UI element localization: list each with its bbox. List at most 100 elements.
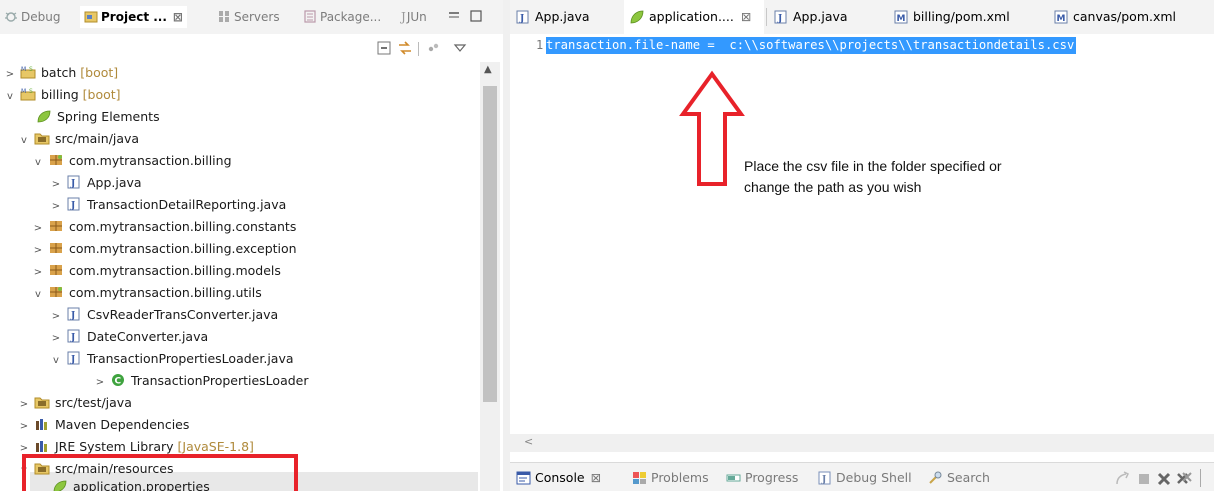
tree-item-label: TransactionDetailReporting.java xyxy=(87,197,287,212)
tree-item-label: batch xyxy=(41,65,77,80)
editor-tab-app-java-2[interactable]: J App.java xyxy=(768,0,888,34)
editor-tab-label: billing/pom.xml xyxy=(913,9,1010,24)
collapse-all-icon[interactable] xyxy=(376,40,392,56)
tree-twisty[interactable]: v xyxy=(4,86,16,108)
remove-all-terminated-icon[interactable] xyxy=(1176,471,1192,487)
close-icon[interactable]: ⊠ xyxy=(173,10,183,24)
tree-item-label: billing xyxy=(41,87,79,102)
tree-item-package-constants[interactable]: > com.mytransaction.billing.constants xyxy=(32,216,297,240)
tab-debug-shell[interactable]: J Debug Shell xyxy=(817,467,912,489)
progress-icon xyxy=(726,474,741,482)
tree-item-package-models[interactable]: > com.mytransaction.billing.models xyxy=(32,260,281,282)
tab-label: Search xyxy=(947,470,990,485)
tab-search[interactable]: Search xyxy=(928,467,990,489)
tree-twisty[interactable]: v xyxy=(32,284,44,306)
tree-item-maven-dependencies[interactable]: > Maven Dependencies xyxy=(18,414,190,438)
tree-twisty[interactable]: > xyxy=(32,218,44,240)
tree-item-properties-loader-class[interactable]: > C TransactionPropertiesLoader xyxy=(94,370,309,392)
tree-item-package-utils[interactable]: v com.mytransaction.billing.utils xyxy=(32,282,262,304)
tab-console[interactable]: Console ⊠ xyxy=(516,467,601,489)
tree-twisty[interactable]: v xyxy=(32,152,44,174)
tree-item-properties-loader-java[interactable]: v J TransactionPropertiesLoader.java xyxy=(50,348,293,372)
tree-item-src-main-java[interactable]: v src/main/java xyxy=(18,128,139,150)
properties-editor[interactable]: 1 transaction.file-name = c:\\softwares\… xyxy=(510,34,1214,447)
tree-twisty[interactable]: > xyxy=(18,394,30,416)
tree-item-package-exception[interactable]: > com.mytransaction.billing.exception xyxy=(32,238,297,260)
chevron-down-icon[interactable] xyxy=(452,40,468,56)
code-line-selected[interactable]: transaction.file-name = c:\\softwares\\p… xyxy=(546,37,1077,54)
editor-tab-billing-pom[interactable]: Mbilling/pom.xml xyxy=(888,0,1048,34)
tree-item-label: Maven Dependencies xyxy=(55,417,190,432)
tree-twisty[interactable]: v xyxy=(50,350,62,372)
package-icon xyxy=(50,287,62,297)
java-file-icon: J xyxy=(774,10,787,24)
close-icon[interactable]: ⊠ xyxy=(591,470,601,485)
scroll-up-arrow-icon[interactable]: ▲ xyxy=(484,64,492,75)
tab-project-explorer[interactable]: Project ... ⊠ xyxy=(80,6,187,28)
tab-servers[interactable]: Servers xyxy=(217,6,280,28)
maven-spring-project-icon: MS xyxy=(20,66,36,79)
tab-problems[interactable]: Problems xyxy=(632,467,709,489)
tree-item-label: src/test/java xyxy=(55,395,132,410)
tab-package-explorer[interactable]: Package... xyxy=(303,6,381,28)
close-icon[interactable]: ⊠ xyxy=(741,9,751,24)
tree-item-label: com.mytransaction.billing.exception xyxy=(69,241,297,256)
panel-divider[interactable] xyxy=(503,0,510,491)
servers-icon xyxy=(219,11,229,22)
editor-tab-application-properties[interactable]: application.... ⊠ xyxy=(624,0,764,34)
remove-launch-icon[interactable] xyxy=(1156,471,1172,487)
tree-item-csv-reader[interactable]: > J CsvReaderTransConverter.java xyxy=(50,304,278,326)
editor-horizontal-scrollbar[interactable]: < xyxy=(510,434,1214,452)
view-menu-dots-icon[interactable] xyxy=(426,40,442,56)
scroll-left-arrow-icon[interactable]: < xyxy=(524,435,533,448)
tree-scrollbar-thumb[interactable] xyxy=(483,86,497,402)
tab-label: Console xyxy=(535,470,585,485)
tree-item-label: CsvReaderTransConverter.java xyxy=(87,307,279,322)
editor-tab-canvas-pom[interactable]: Mcanvas/pom.xml xyxy=(1048,0,1208,34)
pin-console-icon[interactable] xyxy=(1114,471,1130,487)
tree-item-label: com.mytransaction.billing.utils xyxy=(69,285,262,300)
tab-debug[interactable]: Debug xyxy=(4,6,60,28)
tree-item-label: com.mytransaction.billing.constants xyxy=(69,219,297,234)
tree-item-label: TransactionPropertiesLoader xyxy=(131,373,309,388)
tree-twisty[interactable]: > xyxy=(4,64,16,86)
tree-item-src-test-java[interactable]: > src/test/java xyxy=(18,392,132,414)
editor-tab-label: canvas/pom.xml xyxy=(1073,9,1177,24)
annotation-line: change the path as you wish xyxy=(744,179,922,195)
tree-item-batch[interactable]: > M Sbatch [boot] xyxy=(4,62,118,84)
class-icon: C xyxy=(112,374,124,387)
toolbar-separator xyxy=(418,42,419,56)
tree-twisty[interactable]: v xyxy=(18,130,30,152)
link-with-editor-icon[interactable] xyxy=(397,40,413,56)
svg-text:J: J xyxy=(70,355,75,365)
svg-text:S: S xyxy=(29,66,33,73)
maximize-icon[interactable] xyxy=(470,10,482,22)
tree-twisty[interactable]: > xyxy=(32,262,44,284)
java-file-icon: J xyxy=(67,351,80,365)
tree-twisty[interactable]: > xyxy=(18,416,30,438)
tree-twisty[interactable]: > xyxy=(50,196,62,218)
tree-twisty[interactable]: > xyxy=(50,306,62,328)
tree-item-date-converter[interactable]: > J DateConverter.java xyxy=(50,326,208,348)
tree-twisty[interactable]: > xyxy=(50,174,62,196)
tree-item-transaction-detail-reporting[interactable]: > J TransactionDetailReporting.java xyxy=(50,194,286,216)
tree-twisty[interactable]: > xyxy=(32,240,44,262)
editor-tab-app-java-1[interactable]: J App.java xyxy=(510,0,624,34)
tree-item-app-java[interactable]: > J App.java xyxy=(50,172,142,194)
source-folder-icon xyxy=(34,397,50,409)
tab-progress[interactable]: Progress xyxy=(726,467,798,489)
tree-item-billing[interactable]: v M Sbilling [boot] xyxy=(4,84,121,106)
minimize-icon[interactable] xyxy=(448,11,460,21)
editor-tab-label: App.java xyxy=(535,9,590,24)
java-file-icon: J xyxy=(516,10,529,24)
package-explorer-icon xyxy=(304,10,316,23)
annotation-line: Place the csv file in the folder specifi… xyxy=(744,158,1002,174)
tree-twisty[interactable]: > xyxy=(50,328,62,350)
maven-spring-project-icon: MS xyxy=(20,88,36,101)
tree-item-spring-elements[interactable]: Spring Elements xyxy=(36,106,160,128)
project-explorer-panel: Debug Project ... ⊠ Servers Package... JJ… xyxy=(0,0,503,491)
tab-junit[interactable]: JJUn xyxy=(401,6,427,28)
terminate-icon[interactable] xyxy=(1136,471,1152,487)
tree-twisty[interactable]: > xyxy=(94,372,106,394)
tree-item-package-billing[interactable]: v com.mytransaction.billing xyxy=(32,150,231,174)
